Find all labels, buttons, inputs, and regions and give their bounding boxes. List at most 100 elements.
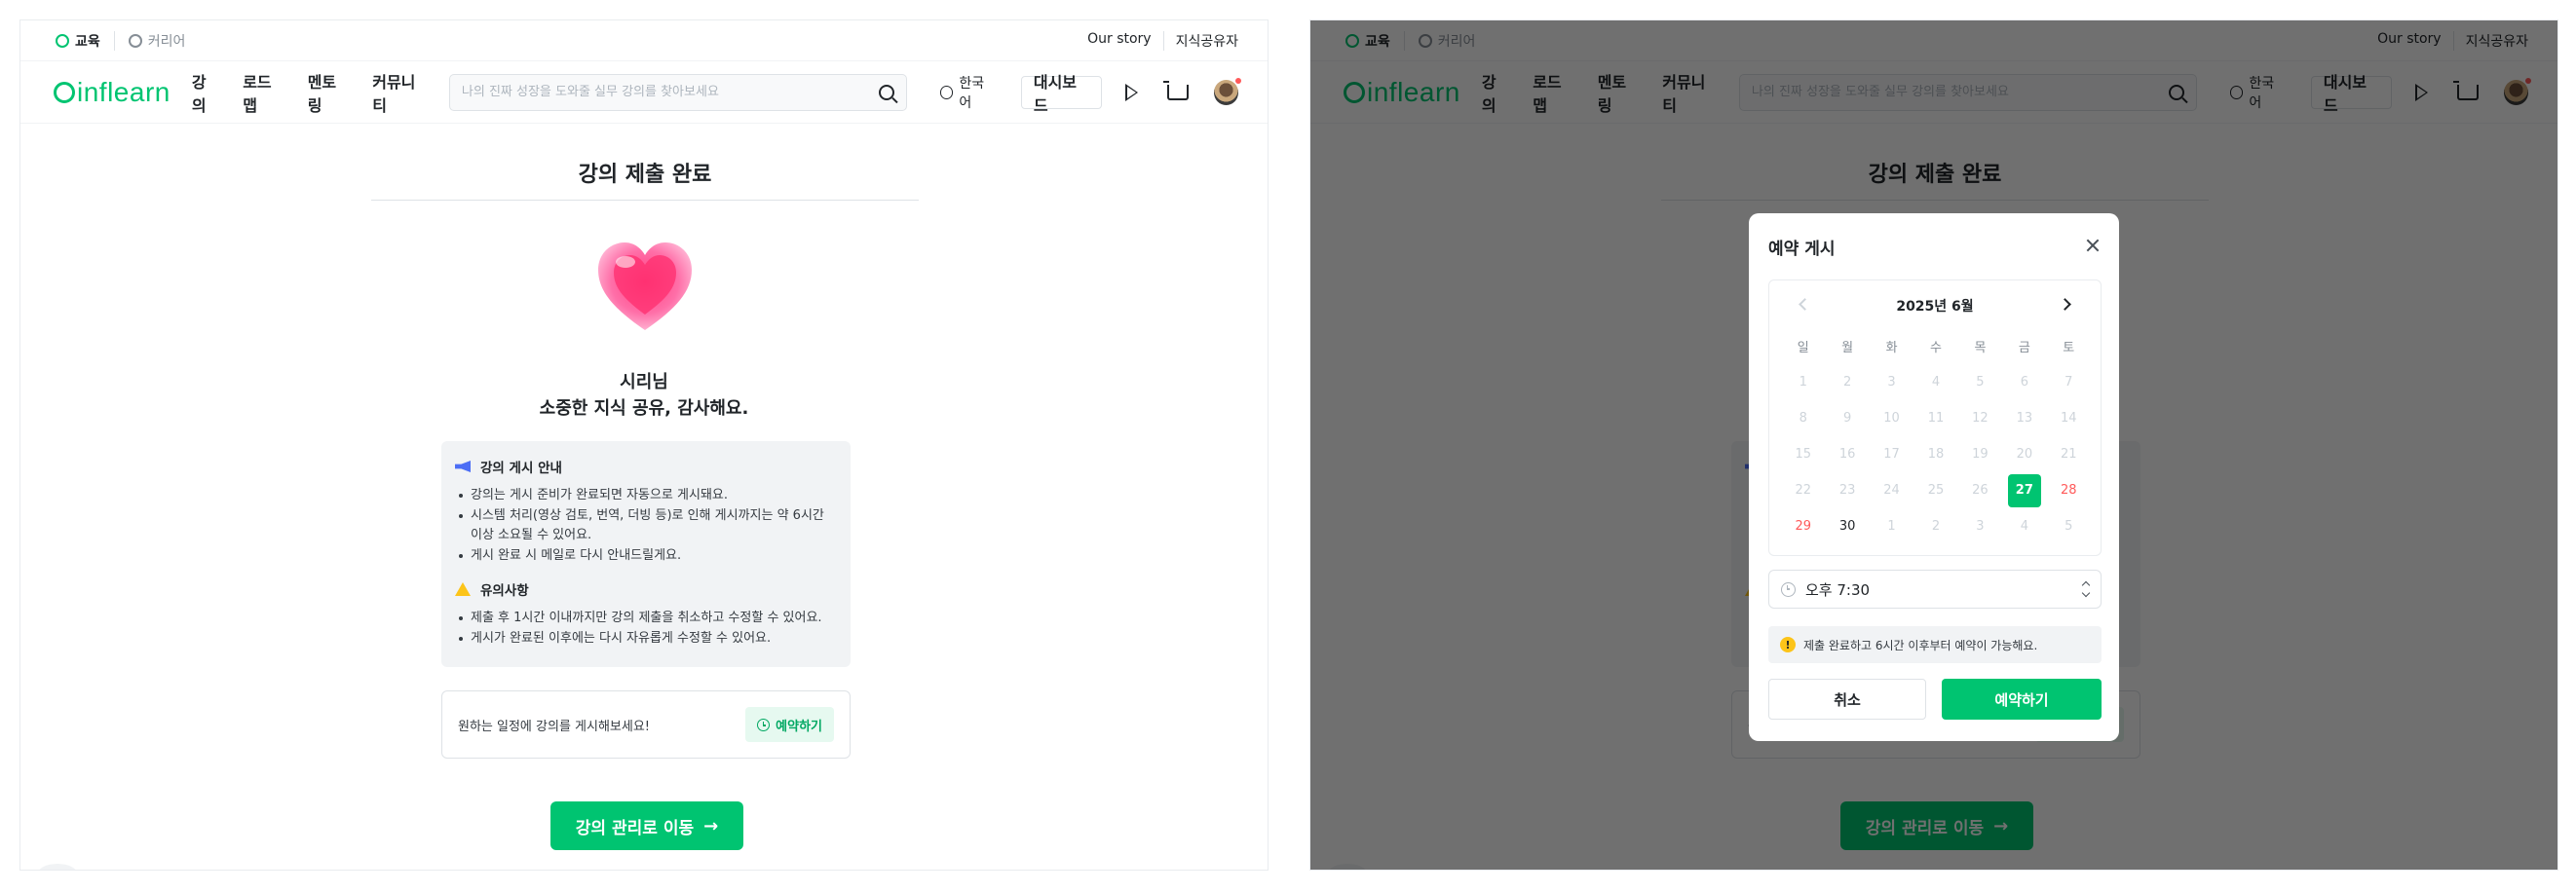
- calendar-day-number: 5: [2065, 519, 2073, 534]
- search-input[interactable]: [461, 85, 879, 99]
- clock-icon: [757, 718, 771, 731]
- month-label: 2025년 6월: [1896, 299, 1974, 315]
- weekday-label: 금: [2018, 341, 2030, 355]
- list-item: 제출 후 1시간 이내까지만 강의 제출을 취소하고 수정할 수 있어요.: [455, 609, 837, 628]
- calendar-day-number: 18: [1927, 447, 1945, 462]
- language-selector[interactable]: 한국어: [939, 73, 996, 112]
- top-category-bar: 교육 커리어 Our story 지식공유자: [20, 20, 1268, 61]
- calendar-day-number: 23: [1838, 483, 1856, 498]
- modal-actions: 취소 예약하기: [1768, 679, 2102, 720]
- calendar-day-number: 22: [1795, 483, 1811, 498]
- reserve-button[interactable]: 예약하기: [1942, 679, 2102, 720]
- caution-heading: 유의사항: [455, 579, 837, 599]
- weekday-label: 수: [1930, 341, 1942, 355]
- list-item: 시스템 처리(영상 검토, 번역, 더빙 등)로 인해 게시까지는 약 6시간 …: [455, 506, 837, 545]
- play-icon[interactable]: [1125, 83, 1139, 101]
- calendar-day-number: 2: [1931, 519, 1941, 534]
- category-edu-tab[interactable]: 교육: [56, 31, 100, 51]
- calendar-day-number: 6: [2020, 375, 2028, 390]
- calendar-day-number: 7: [2065, 375, 2073, 390]
- calendar-day: 21: [2047, 436, 2091, 472]
- date-picker: 2025년 6월 일월화수목금토 1 2 3 4 5 6 7 8 9 10 11 12 13 14 15 16…: [1768, 279, 2102, 556]
- calendar-day: 8: [1781, 400, 1825, 436]
- avatar[interactable]: [1213, 77, 1242, 105]
- nav-roadmap[interactable]: 로드맵: [243, 69, 284, 116]
- calendar-day[interactable]: 30: [1825, 508, 1869, 544]
- calendar-day-number: 16: [1838, 447, 1856, 462]
- calendar-day: 7: [2047, 364, 2091, 400]
- schedule-text: 원하는 일정에 강의를 게시해보세요!: [458, 719, 651, 734]
- nav-community[interactable]: 커뮤니티: [372, 69, 428, 116]
- time-value: 오후 7:30: [1805, 580, 1871, 599]
- page-title: 강의 제출 완료: [371, 157, 919, 201]
- nav-links: 강의 로드맵 멘토링 커뮤니티: [192, 69, 428, 116]
- calendar-day-number: 26: [1972, 483, 1989, 498]
- dashboard-button[interactable]: 대시보드: [1020, 73, 1103, 115]
- nav-courses[interactable]: 강의: [192, 69, 219, 116]
- calendar-day[interactable]: 29: [1781, 508, 1825, 544]
- calendar-day: 22: [1781, 472, 1825, 508]
- schedule-button[interactable]: 예약하기: [745, 707, 834, 742]
- calendar-day-number: 13: [2016, 411, 2033, 426]
- top-links: Our story 지식공유자: [1076, 30, 1238, 51]
- calendar-day: 1: [1870, 508, 1913, 544]
- category-career-tab[interactable]: 커리어: [113, 30, 185, 51]
- calendar-day: 11: [1913, 400, 1957, 436]
- calendar-day: 6: [2002, 364, 2046, 400]
- calendar-day: 12: [1958, 400, 2002, 436]
- calendar-day: 4: [2002, 508, 2046, 544]
- career-icon: [128, 33, 142, 48]
- calendar-day-number: 4: [2020, 519, 2028, 534]
- list-item: 강의는 게시 준비가 완료되면 자동으로 게시돼요.: [455, 486, 837, 505]
- calendar-day: 2: [1913, 508, 1957, 544]
- chevron-up-down-icon: [2081, 580, 2091, 598]
- calendar-day: 4: [1913, 364, 1957, 400]
- calendar-day-selected[interactable]: 27: [2002, 472, 2046, 508]
- inflearn-logo[interactable]: inflearn: [54, 77, 170, 108]
- calendar-day: 23: [1825, 472, 1869, 508]
- calendar-day-number: 28: [2061, 483, 2077, 498]
- calendar-day-number: 3: [1976, 519, 1985, 534]
- calendar-day-number: 30: [1838, 519, 1856, 534]
- alert-icon: !: [1780, 637, 1796, 652]
- edu-icon: [56, 33, 69, 48]
- calendar-day: 20: [2002, 436, 2046, 472]
- time-select[interactable]: 오후 7:30: [1768, 570, 2102, 609]
- calendar-day-number: 17: [1883, 447, 1900, 462]
- go-to-course-management-button[interactable]: 강의 관리로 이동→: [550, 801, 743, 850]
- cart-icon[interactable]: [1163, 80, 1189, 100]
- main-nav: inflearn 강의 로드맵 멘토링 커뮤니티 한국어 대시보드: [20, 61, 1268, 124]
- schedule-notice: ! 제출 완료하고 6시간 이후부터 예약이 가능해요.: [1768, 626, 2102, 663]
- nav-mentoring[interactable]: 멘토링: [308, 69, 350, 116]
- calendar-day-number: 1: [1799, 375, 1807, 390]
- calendar-day: 5: [1958, 364, 2002, 400]
- notice-text: 제출 완료하고 6시간 이후부터 예약이 가능해요.: [1803, 638, 2038, 652]
- calendar-day-number: 9: [1842, 411, 1852, 426]
- our-story-link[interactable]: Our story: [1076, 31, 1163, 51]
- cancel-button[interactable]: 취소: [1768, 679, 1926, 720]
- calendar-day: 16: [1825, 436, 1869, 472]
- globe-icon: [939, 85, 954, 99]
- calendar-day: 2: [1825, 364, 1869, 400]
- calendar-day-number: 25: [1927, 483, 1945, 498]
- weekday-label: 월: [1841, 341, 1854, 355]
- logo-mark-icon: [54, 81, 75, 103]
- calendar-day: 3: [1958, 508, 2002, 544]
- calendar-day-number: 21: [2061, 447, 2077, 462]
- calendar-day-number: 24: [1883, 483, 1900, 498]
- search-bar: [448, 73, 907, 111]
- calendar-day: 1: [1781, 364, 1825, 400]
- calendar-day-number: 27: [2007, 473, 2041, 507]
- calendar-day-number: 11: [1927, 411, 1945, 426]
- modal-title: 예약 게시: [1768, 240, 1836, 259]
- knowledge-sharer-link[interactable]: 지식공유자: [1162, 30, 1238, 51]
- calendar-day[interactable]: 28: [2047, 472, 2091, 508]
- caution-list: 제출 후 1시간 이내까지만 강의 제출을 취소하고 수정할 수 있어요. 게시…: [455, 609, 837, 649]
- calendar-day-number: 4: [1931, 375, 1941, 390]
- clock-icon: [1781, 581, 1796, 597]
- search-icon[interactable]: [878, 84, 894, 100]
- calendar-day: 18: [1913, 436, 1957, 472]
- close-icon[interactable]: [2086, 239, 2100, 252]
- calendar-day-number: 29: [1795, 519, 1811, 534]
- calendar-day-number: 19: [1972, 447, 1989, 462]
